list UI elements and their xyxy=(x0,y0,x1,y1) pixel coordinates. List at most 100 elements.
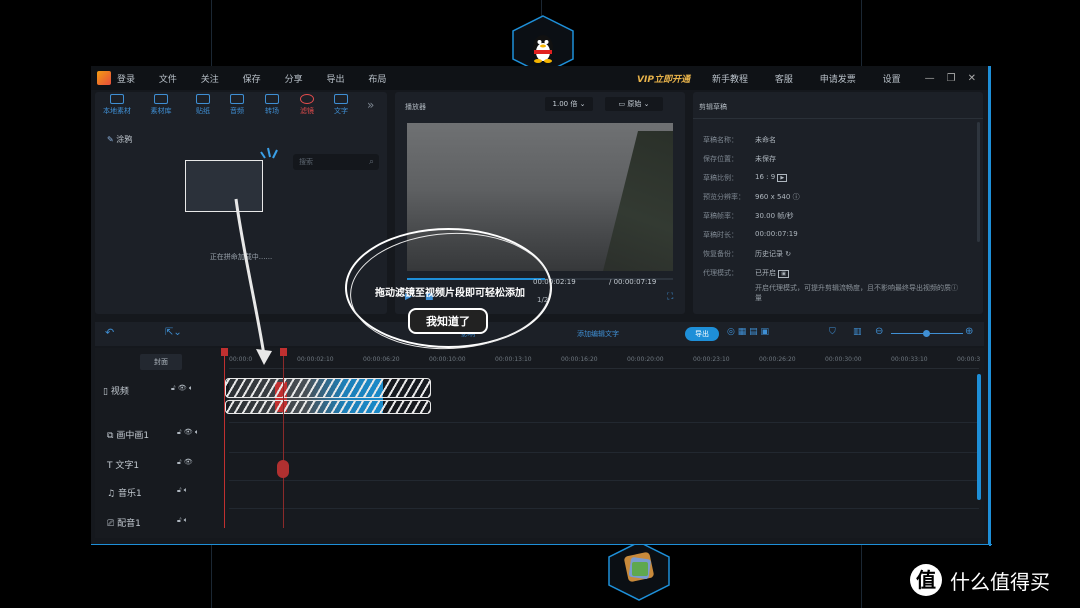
ruler-tick: 00:00:13:10 xyxy=(495,356,532,363)
eye-icon[interactable]: 👁︎ xyxy=(184,458,193,466)
keyframe-handle[interactable] xyxy=(277,460,289,478)
zoom-in-icon[interactable]: ⊕ xyxy=(965,326,973,337)
menu-login[interactable]: 登录 xyxy=(117,75,135,85)
history-icon: ↻ xyxy=(785,250,792,258)
proxy-mode-value[interactable]: 已开启 ▣ xyxy=(755,268,789,278)
undo-icon[interactable]: ↶ xyxy=(105,326,114,339)
speed-value: 1.00 倍 xyxy=(552,100,578,108)
cursor-tool-icon[interactable]: ⇱⌄ xyxy=(165,327,182,338)
backup-history-link[interactable]: 历史记录 ↻ xyxy=(755,249,791,259)
ruler-line xyxy=(229,368,979,369)
menu-layout[interactable]: 布局 xyxy=(368,75,386,85)
hint-right[interactable]: 添加编辑文字 xyxy=(577,329,619,339)
pip-icon: ⧉ xyxy=(107,431,114,441)
menu-export[interactable]: 导出 xyxy=(326,75,344,85)
tab-text[interactable]: 文字 xyxy=(321,94,361,116)
timeline-ruler[interactable]: 00:00:0 00:00:02:10 00:00:06:20 00:00:10… xyxy=(229,356,984,368)
playhead-head[interactable] xyxy=(280,348,287,356)
music-track-icon: ♫ xyxy=(107,489,116,499)
lock-icon[interactable]: 🔓︎ xyxy=(177,428,182,436)
draft-label: 代理模式： xyxy=(703,269,738,277)
track-separator xyxy=(229,452,979,453)
speed-select[interactable]: 1.00 倍 ⌄ xyxy=(545,97,593,111)
toolbar-icons: ◎ ▦ ▤ ▣ xyxy=(727,327,769,337)
fullscreen-icon[interactable]: ⛶ xyxy=(667,292,673,302)
proxy-toggle-icon[interactable]: ▣ xyxy=(778,270,789,278)
proxy-text: 已开启 xyxy=(755,269,776,277)
total-time: / 00:00:07:19 xyxy=(609,278,657,286)
got-it-button[interactable]: 我知道了 xyxy=(408,308,488,334)
menu-support[interactable]: 客服 xyxy=(775,75,793,85)
minimize-icon[interactable]: — xyxy=(925,73,935,84)
draft-label: 草稿名称： xyxy=(703,136,738,144)
player-title: 播放器 xyxy=(405,103,426,111)
draft-scrollbar[interactable] xyxy=(977,122,980,242)
cover-button[interactable]: 封面 xyxy=(140,354,182,370)
zoom-slider[interactable] xyxy=(891,330,963,337)
search-icon[interactable]: ⌕ xyxy=(369,154,374,170)
tab-local-media[interactable]: 本地素材 xyxy=(97,94,137,116)
track-video-header: ▯ 视频 xyxy=(103,384,129,397)
zoom-handle[interactable] xyxy=(923,330,930,337)
draft-label: 草稿帧率： xyxy=(703,212,738,220)
ratio-edit-icon[interactable]: ▶ xyxy=(777,174,788,182)
close-icon[interactable]: ✕ xyxy=(968,73,976,84)
more-tabs-icon[interactable]: » xyxy=(367,98,374,112)
menu-share[interactable]: 分享 xyxy=(285,75,303,85)
menu-follow[interactable]: 关注 xyxy=(201,75,219,85)
shield-icon[interactable]: ⛉ xyxy=(829,327,836,337)
ruler-tick: 00:00:33:10 xyxy=(891,356,928,363)
speaker-icon[interactable]: 🔈︎ xyxy=(184,516,188,524)
split-icon[interactable]: ▦ xyxy=(738,327,747,337)
title-bar: 登录 文件 关注 保存 分享 导出 布局 VIP立即开通 新手教程 客服 申请发… xyxy=(91,66,988,90)
snapshot-icon[interactable]: ◎ xyxy=(727,327,735,337)
eye-icon[interactable]: 👁︎ xyxy=(184,428,193,436)
restore-icon[interactable]: ❐ xyxy=(947,73,956,84)
timeline-scrollbar[interactable] xyxy=(977,374,981,500)
lock-icon[interactable]: 🔓︎ xyxy=(177,486,182,494)
proxy-help-icon[interactable]: ⓘ xyxy=(951,283,958,293)
eye-icon[interactable]: 👁︎ xyxy=(178,384,187,392)
track-voice-controls: 🔓︎ 🔈︎ xyxy=(177,516,188,525)
menu-save[interactable]: 保存 xyxy=(243,75,261,85)
track-label: 文字1 xyxy=(115,461,140,471)
lock-icon[interactable]: 🔓︎ xyxy=(177,516,182,524)
filter-icon xyxy=(300,94,314,104)
search-input[interactable]: 搜索 ⌕ xyxy=(293,154,379,170)
category-doodle[interactable]: ✎ 涂鸦 xyxy=(107,134,132,145)
draft-label: 恢复备份： xyxy=(703,250,738,258)
resolution-text: 960 x 540 xyxy=(755,193,791,201)
playhead[interactable] xyxy=(283,348,284,528)
folder-icon xyxy=(110,94,124,104)
magnet-icon[interactable]: ▥ xyxy=(853,327,862,337)
menu-invoice[interactable]: 申请发票 xyxy=(820,75,856,85)
tab-audio[interactable]: 音频 xyxy=(217,94,257,116)
vip-link[interactable]: VIP立即开通 xyxy=(637,72,690,85)
mic-icon: ⎚ xyxy=(107,519,115,529)
draft-label: 草稿比例： xyxy=(703,174,738,182)
tab-library[interactable]: 素材库 xyxy=(141,94,181,116)
zoom-out-icon[interactable]: ⊖ xyxy=(875,326,883,337)
menu-tutorial[interactable]: 新手教程 xyxy=(712,75,748,85)
export-button[interactable]: 导出 xyxy=(685,327,719,341)
mountain-silhouette xyxy=(603,131,673,271)
speaker-icon[interactable]: 🔈︎ xyxy=(184,486,188,494)
drop-guide-bottom xyxy=(225,400,431,414)
ruler-tick: 00:00:23:10 xyxy=(693,356,730,363)
grid-icon[interactable]: ▣ xyxy=(761,327,770,337)
menu-settings[interactable]: 设置 xyxy=(883,75,901,85)
tab-transition[interactable]: 转场 xyxy=(252,94,292,116)
lock-icon[interactable]: 🔓︎ xyxy=(171,384,176,392)
speaker-icon[interactable]: 🔈︎ xyxy=(195,428,199,436)
start-marker[interactable] xyxy=(224,348,225,528)
help-icon[interactable]: ⓘ xyxy=(793,193,800,201)
timeline: 封面 00:00:0 00:00:02:10 00:00:06:20 00:00… xyxy=(95,348,984,538)
lock-icon[interactable]: 🔓︎ xyxy=(177,458,182,466)
speaker-icon[interactable]: 🔈︎ xyxy=(189,384,193,392)
track-voice-header: ⎚ 配音1 xyxy=(107,516,141,529)
ratio-select[interactable]: ▭ 原始 ⌄ xyxy=(605,97,663,111)
music-icon xyxy=(230,94,244,104)
layout-icon[interactable]: ▤ xyxy=(749,327,758,337)
menu-file[interactable]: 文件 xyxy=(159,75,177,85)
track-text-header: T 文字1 xyxy=(107,458,139,471)
